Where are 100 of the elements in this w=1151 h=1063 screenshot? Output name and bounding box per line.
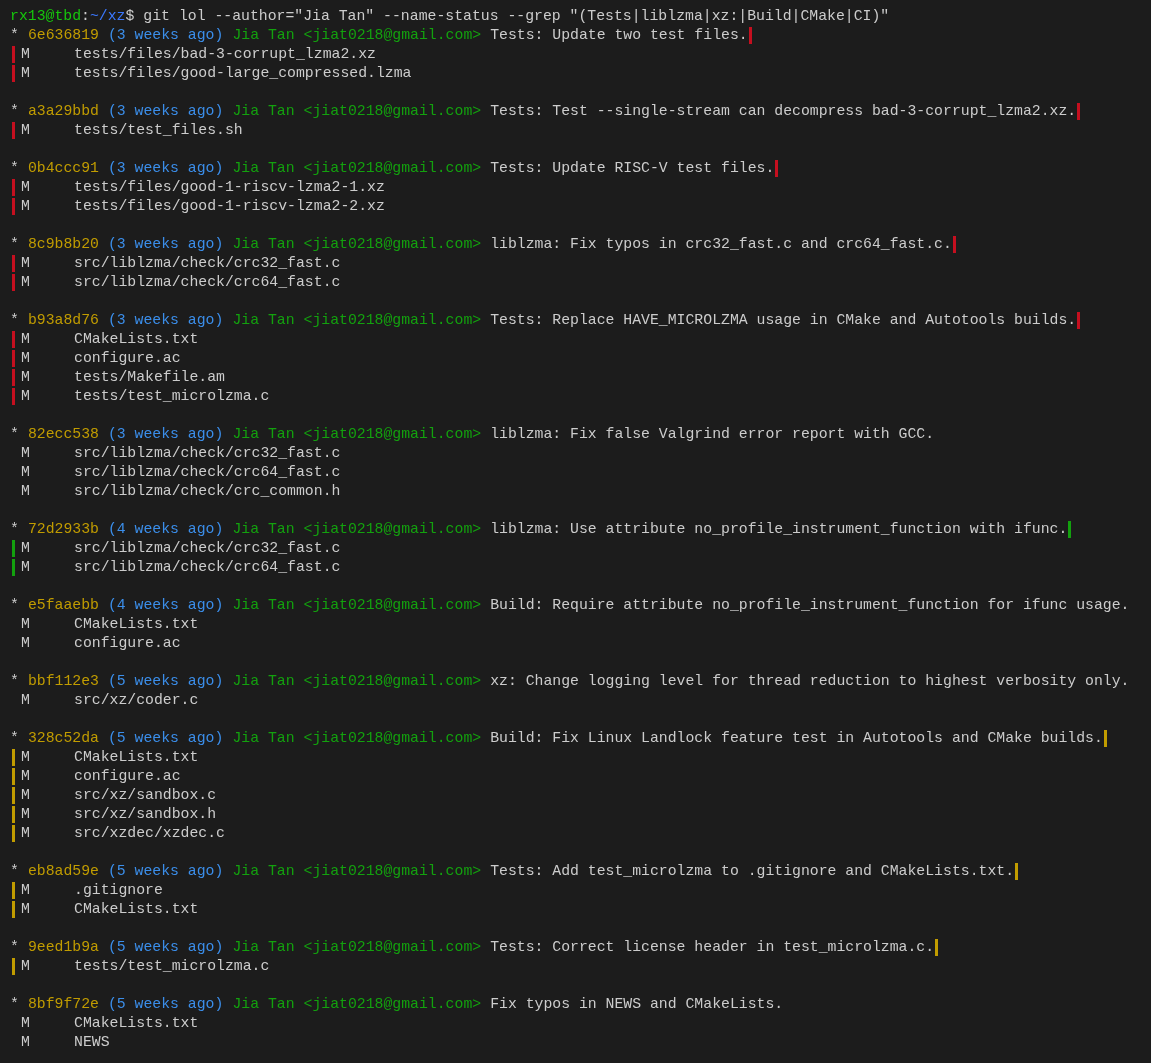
file-status: M (21, 691, 31, 710)
file-status: M (21, 881, 31, 900)
graph-marker: * (10, 425, 19, 444)
file-status: M (21, 786, 31, 805)
graph-marker: * (10, 102, 19, 121)
file-path: configure.ac (74, 634, 181, 653)
graph-marker: * (10, 596, 19, 615)
commit-hash: 328c52da (27, 729, 99, 748)
commit-subject: Fix typos in NEWS and CMakeLists. (490, 995, 784, 1014)
file-status: M (21, 482, 31, 501)
graph-marker: * (10, 938, 19, 957)
file-path: tests/test_microlzma.c (74, 387, 270, 406)
author-name: Jia Tan (232, 995, 295, 1014)
author-name: Jia Tan (232, 311, 295, 330)
file-path: configure.ac (74, 767, 181, 786)
commit-age: (4 weeks ago) (107, 520, 224, 539)
file-path: CMakeLists.txt (74, 748, 199, 767)
author-name: Jia Tan (232, 425, 295, 444)
author-email: <jiat0218@gmail.com> (303, 235, 482, 254)
file-status: M (21, 539, 31, 558)
file-status: M (21, 463, 31, 482)
file-status: M (21, 824, 31, 843)
graph-marker: * (10, 159, 19, 178)
commit-hash: 6e636819 (27, 26, 99, 45)
file-path: .gitignore (74, 881, 163, 900)
graph-marker: * (10, 235, 19, 254)
commit-hash: eb8ad59e (27, 862, 99, 881)
author-name: Jia Tan (232, 102, 295, 121)
author-email: <jiat0218@gmail.com> (303, 995, 482, 1014)
file-path: src/liblzma/check/crc64_fast.c (74, 463, 341, 482)
prompt-symbol: $ (125, 7, 135, 26)
file-path: tests/files/bad-3-corrupt_lzma2.xz (74, 45, 376, 64)
commit-hash: 0b4ccc91 (27, 159, 99, 178)
author-email: <jiat0218@gmail.com> (303, 672, 482, 691)
commit-age: (3 weeks ago) (107, 26, 224, 45)
commit-subject: Tests: Test --single-stream can decompress bad-3-corrupt_lzma2.xz. (490, 102, 1077, 121)
author-name: Jia Tan (232, 235, 295, 254)
file-status: M (21, 444, 31, 463)
file-path: src/liblzma/check/crc32_fast.c (74, 539, 341, 558)
file-status: M (21, 178, 31, 197)
commit-age: (3 weeks ago) (107, 235, 224, 254)
commit-subject: Tests: Add test_microlzma to .gitignore and CMakeLists.txt. (490, 862, 1015, 881)
file-path: CMakeLists.txt (74, 1014, 199, 1033)
file-status: M (21, 121, 31, 140)
author-name: Jia Tan (232, 672, 295, 691)
commit-hash: 9eed1b9a (27, 938, 99, 957)
commit-age: (4 weeks ago) (107, 596, 224, 615)
file-status: M (21, 748, 31, 767)
commit-hash: a3a29bbd (27, 102, 99, 121)
graph-marker: * (10, 729, 19, 748)
graph-marker: * (10, 520, 19, 539)
author-name: Jia Tan (232, 26, 295, 45)
author-email: <jiat0218@gmail.com> (303, 311, 482, 330)
commit-age: (5 weeks ago) (107, 938, 224, 957)
author-name: Jia Tan (232, 729, 295, 748)
file-status: M (21, 615, 31, 634)
commit-subject: Build: Require attribute no_profile_instrument_function for ifunc usage. (490, 596, 1130, 615)
file-path: tests/files/good-1-riscv-lzma2-2.xz (74, 197, 385, 216)
file-status: M (21, 767, 31, 786)
graph-marker: * (10, 672, 19, 691)
file-status: M (21, 805, 31, 824)
file-path: src/liblzma/check/crc64_fast.c (74, 558, 341, 577)
commit-subject: liblzma: Fix typos in crc32_fast.c and crc64_fast.c. (490, 235, 952, 254)
commit-hash: b93a8d76 (27, 311, 99, 330)
author-email: <jiat0218@gmail.com> (303, 425, 482, 444)
file-status: M (21, 387, 31, 406)
commit-subject: Tests: Update two test files. (490, 26, 748, 45)
file-status: M (21, 368, 31, 387)
author-email: <jiat0218@gmail.com> (303, 596, 482, 615)
commit-subject: Build: Fix Linux Landlock feature test in Autotools and CMake builds. (490, 729, 1103, 748)
author-email: <jiat0218@gmail.com> (303, 862, 482, 881)
commit-age: (3 weeks ago) (107, 159, 224, 178)
author-name: Jia Tan (232, 159, 295, 178)
file-status: M (21, 900, 31, 919)
file-path: NEWS (74, 1033, 110, 1052)
prompt-separator: : (81, 7, 90, 26)
file-status: M (21, 330, 31, 349)
prompt-path: ~/xz (89, 7, 126, 26)
file-status: M (21, 197, 31, 216)
commit-age: (3 weeks ago) (107, 425, 224, 444)
file-path: src/xz/sandbox.h (74, 805, 217, 824)
file-path: src/liblzma/check/crc32_fast.c (74, 254, 341, 273)
file-path: CMakeLists.txt (74, 900, 199, 919)
file-path: src/liblzma/check/crc64_fast.c (74, 273, 341, 292)
commit-age: (5 weeks ago) (107, 672, 224, 691)
file-status: M (21, 1033, 31, 1052)
commit-age: (3 weeks ago) (107, 102, 224, 121)
file-status: M (21, 45, 31, 64)
file-status: M (21, 957, 31, 976)
commit-subject: xz: Change logging level for thread reduction to highest verbosity only. (490, 672, 1130, 691)
commit-hash: 8bf9f72e (27, 995, 99, 1014)
commit-hash: 8c9b8b20 (27, 235, 99, 254)
commit-age: (3 weeks ago) (107, 311, 224, 330)
file-path: src/xz/sandbox.c (74, 786, 217, 805)
file-path: configure.ac (74, 349, 181, 368)
author-email: <jiat0218@gmail.com> (303, 26, 482, 45)
commit-subject: liblzma: Fix false Valgrind error report with GCC. (490, 425, 935, 444)
commit-age: (5 weeks ago) (107, 995, 224, 1014)
commit-hash: 72d2933b (27, 520, 99, 539)
author-email: <jiat0218@gmail.com> (303, 102, 482, 121)
